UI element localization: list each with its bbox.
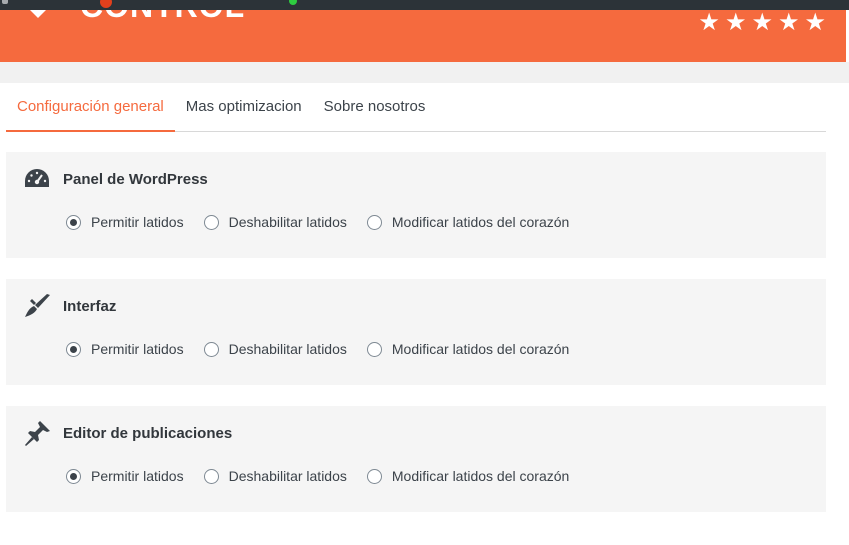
star-icon[interactable]: ★ <box>804 11 826 35</box>
option-label: Deshabilitar latidos <box>228 468 347 484</box>
radio-button[interactable] <box>203 214 219 230</box>
dashboard-icon <box>25 169 49 187</box>
radio-button[interactable] <box>66 341 81 357</box>
option-label: Deshabilitar latidos <box>228 341 347 357</box>
radio-button[interactable] <box>66 214 81 230</box>
option-permitir-latidos[interactable]: Permitir latidos <box>66 341 184 357</box>
plugin-header-banner: CONTROL ★ ★ ★ ★ ★ <box>0 10 846 62</box>
radio-button[interactable] <box>366 214 382 230</box>
heartbeat-options: Permitir latidos Deshabilitar latidos Mo… <box>66 214 589 230</box>
tab-fragment <box>2 0 8 4</box>
tab-mas-optimizacion[interactable]: Mas optimizacion <box>175 83 313 132</box>
tab-sobre-nosotros[interactable]: Sobre nosotros <box>313 83 437 132</box>
tab-configuracion-general[interactable]: Configuración general <box>6 83 175 132</box>
radio-button[interactable] <box>366 468 382 484</box>
section-title: Editor de publicaciones <box>63 424 233 442</box>
heartbeat-options: Permitir latidos Deshabilitar latidos Mo… <box>66 468 589 484</box>
radio-button[interactable] <box>203 341 219 357</box>
option-modificar-latidos[interactable]: Modificar latidos del corazón <box>366 214 570 230</box>
section-editor-publicaciones: Editor de publicaciones Permitir latidos… <box>6 406 826 512</box>
option-deshabilitar-latidos[interactable]: Deshabilitar latidos <box>203 214 347 230</box>
radio-button[interactable] <box>366 341 382 357</box>
option-label: Modificar latidos del corazón <box>391 214 570 230</box>
option-label: Modificar latidos del corazón <box>391 341 570 357</box>
option-label: Deshabilitar latidos <box>228 214 347 230</box>
plugin-title: CONTROL <box>80 10 245 25</box>
radio-button[interactable] <box>203 468 219 484</box>
option-permitir-latidos[interactable]: Permitir latidos <box>66 468 184 484</box>
heartbeat-options: Permitir latidos Deshabilitar latidos Mo… <box>66 341 589 357</box>
header-spacer <box>0 62 849 83</box>
option-label: Permitir latidos <box>91 341 184 357</box>
pin-icon <box>25 421 50 446</box>
section-panel-wordpress: Panel de WordPress Permitir latidos Desh… <box>6 152 826 258</box>
option-label: Permitir latidos <box>91 214 184 230</box>
status-dot-icon <box>289 0 297 5</box>
favicon-red-icon <box>100 0 112 8</box>
section-interfaz: Interfaz Permitir latidos Deshabilitar l… <box>6 279 826 385</box>
chevron-down-icon[interactable] <box>26 10 50 18</box>
star-icon[interactable]: ★ <box>751 11 773 35</box>
option-modificar-latidos[interactable]: Modificar latidos del corazón <box>366 468 570 484</box>
settings-tabs: Configuración general Mas optimizacion S… <box>6 83 826 132</box>
option-modificar-latidos[interactable]: Modificar latidos del corazón <box>366 341 570 357</box>
browser-top-strip <box>0 0 849 10</box>
option-deshabilitar-latidos[interactable]: Deshabilitar latidos <box>203 468 347 484</box>
rating-stars[interactable]: ★ ★ ★ ★ ★ <box>698 11 826 35</box>
star-icon[interactable]: ★ <box>725 11 747 35</box>
option-deshabilitar-latidos[interactable]: Deshabilitar latidos <box>203 341 347 357</box>
section-title: Interfaz <box>63 297 117 315</box>
option-label: Permitir latidos <box>91 468 184 484</box>
section-title: Panel de WordPress <box>63 170 208 188</box>
star-icon[interactable]: ★ <box>778 11 800 35</box>
brush-icon <box>25 294 50 317</box>
option-label: Modificar latidos del corazón <box>391 468 570 484</box>
option-permitir-latidos[interactable]: Permitir latidos <box>66 214 184 230</box>
star-icon[interactable]: ★ <box>698 11 720 35</box>
radio-button[interactable] <box>66 468 81 484</box>
